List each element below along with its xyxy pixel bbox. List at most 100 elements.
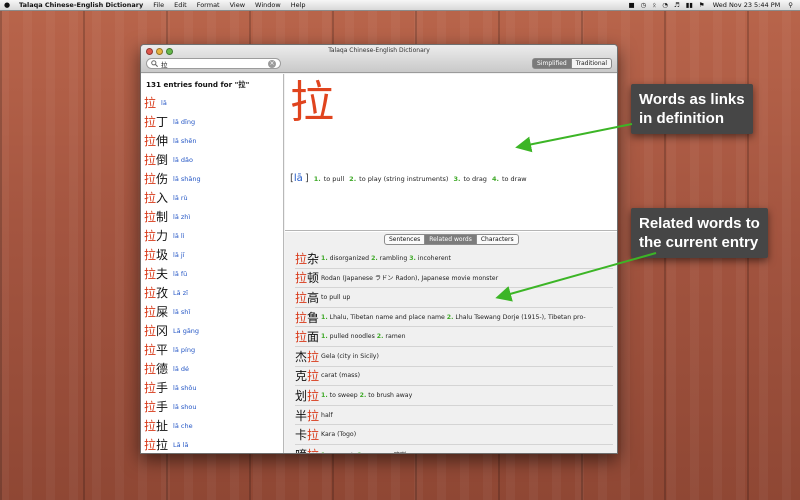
related-sense-text: Gela (city in Sicily) — [321, 352, 379, 360]
menu-window[interactable]: Window — [250, 1, 286, 9]
entry-char-highlight: 拉 — [144, 134, 157, 148]
wifi-icon[interactable]: ◔ — [659, 1, 671, 9]
menu-app-name[interactable]: Talaqa Chinese-English Dictionary — [14, 1, 148, 9]
simplified-button[interactable]: Simplified — [532, 58, 572, 69]
list-item[interactable]: 拉伸 lā shēn — [141, 131, 283, 150]
entry-char: 夫 — [156, 267, 169, 281]
related-word-row[interactable]: 卡拉 Kara (Togo) — [295, 425, 613, 445]
entry-pinyin: lā shǒu — [173, 383, 197, 392]
search-field[interactable]: 拉 × — [146, 58, 281, 69]
entry-char: 手 — [156, 381, 169, 395]
related-char-highlight: 拉 — [295, 290, 308, 305]
entry-char: 倒 — [156, 153, 169, 167]
related-word-row[interactable]: 嘀拉1. onomat. 2. same as 嘀喇 — [295, 445, 613, 453]
tab-related-words[interactable]: Related words — [425, 234, 477, 245]
tab-sentences[interactable]: Sentences — [384, 234, 426, 245]
related-char: 鲁 — [307, 310, 320, 325]
related-word-row[interactable]: 拉面 1. pulled noodles 2. ramen — [295, 327, 613, 347]
related-sense-number: 1. — [321, 333, 328, 341]
volume-icon[interactable]: ♬ — [671, 1, 683, 9]
battery-icon[interactable]: ▮▮ — [683, 1, 696, 9]
list-item[interactable]: 拉冈 Lā gāng — [141, 321, 283, 340]
related-char-highlight: 拉 — [295, 310, 308, 325]
menu-format[interactable]: Format — [192, 1, 225, 9]
definition-pinyin[interactable]: lā — [294, 173, 303, 184]
related-sense-text: incoherent — [415, 254, 451, 262]
entry-pinyin: lā píng — [173, 345, 196, 354]
related-word-row[interactable]: 克拉 carat (mass) — [295, 367, 613, 387]
list-item[interactable]: 拉圾 lā jī — [141, 245, 283, 264]
callout-bottom-line-1: Related words to — [639, 215, 760, 232]
status-icon[interactable]: ■ — [625, 1, 637, 9]
related-char: 克 — [295, 369, 308, 384]
list-item[interactable]: 拉拉 Lā lā — [141, 435, 283, 453]
entry-word: 拉屎 — [144, 303, 168, 320]
entry-char: 德 — [156, 362, 169, 376]
list-item[interactable]: 拉手 lā shǒu — [141, 378, 283, 397]
time-machine-icon[interactable]: ◷ — [638, 1, 650, 9]
list-item[interactable]: 拉丁 lā dīng — [141, 112, 283, 131]
clear-search-icon[interactable]: × — [268, 59, 276, 68]
sense-link[interactable]: to drag — [463, 175, 487, 183]
entry-char-highlight: 拉 — [144, 419, 157, 433]
apple-menu-icon[interactable]: ● — [0, 1, 14, 9]
list-item[interactable]: 拉倒 lā dǎo — [141, 150, 283, 169]
related-word: 嘀拉 — [295, 446, 319, 453]
related-word-row[interactable]: 杰拉 Gela (city in Sicily) — [295, 347, 613, 367]
related-word-row[interactable]: 划拉 1. to sweep 2. to brush away — [295, 386, 613, 406]
list-item[interactable]: 拉孜 Lā zī — [141, 283, 283, 302]
bluetooth-icon[interactable]: ᛟ — [649, 1, 659, 9]
traditional-button[interactable]: Traditional — [571, 58, 612, 69]
entry-char-highlight: 拉 — [144, 115, 157, 129]
entry-char-highlight: 拉 — [144, 210, 157, 224]
related-sense-text: ramen — [383, 333, 406, 341]
sense-link[interactable]: to draw — [502, 175, 527, 183]
entry-char: 扯 — [156, 419, 169, 433]
list-item[interactable]: 拉平 lā píng — [141, 340, 283, 359]
title-bar[interactable]: Talaqa Chinese-English Dictionary 拉 × Si… — [141, 45, 617, 73]
list-item[interactable]: 拉德 lā dé — [141, 359, 283, 378]
definition-senses: 1. to pull 2. to play (string instruments) 3… — [309, 175, 527, 183]
list-item[interactable]: 拉制 lā zhì — [141, 207, 283, 226]
related-word: 半拉 — [295, 407, 319, 424]
list-item[interactable]: 拉力 lā lì — [141, 226, 283, 245]
menu-help[interactable]: Help — [286, 1, 311, 9]
entry-word: 拉圾 — [144, 246, 168, 263]
sense-link[interactable]: to pull — [324, 175, 344, 183]
related-char-highlight: 拉 — [307, 428, 320, 443]
menu-view[interactable]: View — [225, 1, 250, 9]
related-word-row[interactable]: 拉高 to pull up — [295, 288, 613, 308]
tab-characters[interactable]: Characters — [476, 234, 519, 245]
search-input-value[interactable]: 拉 — [161, 59, 268, 69]
entries-container: 拉 lā 拉丁 lā dīng 拉伸 lā shēn 拉倒 lā dǎo 拉伤 lā shāng 拉… — [141, 93, 283, 453]
related-word-row[interactable]: 拉杂 1. disorganized 2. rambling 3. incoher… — [295, 249, 613, 269]
callout-bottom-line-2: the current entry — [639, 234, 759, 251]
related-word: 克拉 — [295, 367, 319, 384]
related-word-row[interactable]: 拉鲁 1. Lhalu, Tibetan name and place name … — [295, 308, 613, 328]
related-char: 卡 — [295, 428, 308, 443]
entry-char-highlight: 拉 — [144, 229, 157, 243]
spotlight-icon[interactable]: ⚲ — [785, 1, 796, 9]
related-word-row[interactable]: 拉顿 Rodan (Japanese ラドン Radon), Japanese m… — [295, 269, 613, 289]
flag-icon[interactable]: ⚑ — [696, 1, 708, 9]
list-item[interactable]: 拉夫 lā fū — [141, 264, 283, 283]
sense-number: 1. — [313, 175, 321, 183]
menu-edit[interactable]: Edit — [169, 1, 192, 9]
list-item[interactable]: 拉扯 lā che — [141, 416, 283, 435]
list-item[interactable]: 拉屎 lā shǐ — [141, 302, 283, 321]
list-item[interactable]: 拉 lā — [141, 93, 283, 112]
entry-char: 伸 — [156, 134, 169, 148]
search-icon — [151, 60, 158, 67]
entry-word: 拉手 — [144, 379, 168, 396]
list-item[interactable]: 拉伤 lā shāng — [141, 169, 283, 188]
menu-file[interactable]: File — [148, 1, 169, 9]
list-item[interactable]: 拉入 lā rù — [141, 188, 283, 207]
menubar-clock[interactable]: Wed Nov 23 5:44 PM — [708, 1, 786, 9]
status-area: ■ ◷ ᛟ ◔ ♬ ▮▮ ⚑ Wed Nov 23 5:44 PM ⚲ — [625, 1, 800, 9]
related-word-row[interactable]: 半拉 half — [295, 406, 613, 426]
entry-pinyin: lā fū — [173, 269, 188, 278]
related-word: 拉鲁 — [295, 309, 319, 326]
sense-number: 3. — [453, 175, 461, 183]
sense-link[interactable]: to play (string instruments) — [359, 175, 448, 183]
list-item[interactable]: 拉手 lā shou — [141, 397, 283, 416]
